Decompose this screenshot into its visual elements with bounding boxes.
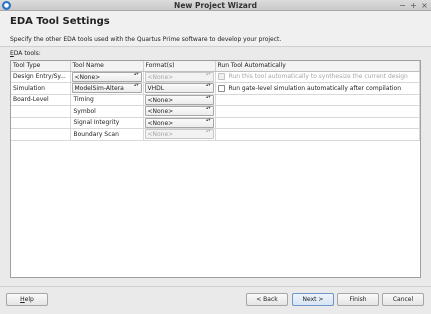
maximize-icon[interactable]: + bbox=[409, 0, 418, 11]
tool-type-cell bbox=[11, 128, 71, 141]
cancel-button[interactable]: Cancel bbox=[382, 293, 424, 306]
format-select-value: <None> bbox=[147, 96, 174, 104]
finish-button[interactable]: Finish bbox=[337, 293, 379, 306]
run-cell[interactable]: Run gate-level simulation automatically … bbox=[215, 82, 420, 95]
run-cell bbox=[215, 117, 420, 129]
tool-name-select[interactable]: ModelSim-Altera ▴▾ bbox=[71, 83, 142, 94]
combo-arrows-icon: ▴▾ bbox=[133, 71, 139, 77]
eda-tools-label-text: DA tools: bbox=[13, 50, 41, 57]
format-select[interactable]: VHDL ▴▾ bbox=[144, 83, 214, 94]
tool-name-label: Timing bbox=[73, 96, 94, 104]
combo-arrows-icon: ▴▾ bbox=[205, 129, 211, 135]
format-select: <None> ▴▾ bbox=[144, 71, 214, 82]
combo-arrows-icon: ▴▾ bbox=[205, 117, 211, 123]
format-select[interactable]: <None> ▴▾ bbox=[144, 117, 214, 128]
tool-name-cell[interactable]: ModelSim-Altera ▴▾ bbox=[70, 82, 144, 95]
table-row[interactable]: Boundary Scan <None> ▴▾ bbox=[11, 128, 420, 141]
title-bar: ● New Project Wizard − + × bbox=[0, 0, 431, 11]
help-button[interactable]: Help bbox=[6, 293, 48, 306]
tool-name-select-value: ModelSim-Altera bbox=[74, 85, 124, 93]
format-select: <None> ▴▾ bbox=[144, 129, 214, 140]
tool-name-label: Signal Integrity bbox=[73, 119, 120, 127]
tool-name-cell[interactable]: Symbol bbox=[70, 105, 144, 118]
table-row[interactable]: Symbol <None> ▴▾ bbox=[11, 105, 420, 118]
run-automatically-label: Run gate-level simulation automatically … bbox=[228, 84, 402, 92]
tool-type-cell: Board-Level bbox=[11, 94, 71, 106]
format-select[interactable]: <None> ▴▾ bbox=[144, 94, 214, 105]
tool-type-cell: Design Entry/Sy... bbox=[11, 71, 71, 83]
column-header-tool-name[interactable]: Tool Name bbox=[70, 61, 144, 72]
run-automatically-label: Run this tool automatically to synthesiz… bbox=[228, 73, 408, 81]
table-row[interactable]: Design Entry/Sy... <None> ▴▾ <None> ▴▾ Run th… bbox=[11, 71, 420, 83]
footer-separator bbox=[0, 286, 431, 287]
table-row[interactable]: Signal Integrity <None> ▴▾ bbox=[11, 117, 420, 129]
combo-arrows-icon: ▴▾ bbox=[205, 71, 211, 77]
run-automatically-checkbox bbox=[217, 73, 225, 81]
column-header-formats[interactable]: Format(s) bbox=[143, 61, 216, 72]
tool-name-cell[interactable]: Signal Integrity bbox=[70, 117, 144, 129]
eda-tools-label: EDA tools: bbox=[10, 50, 41, 57]
run-cell bbox=[215, 94, 420, 106]
format-cell[interactable]: VHDL ▴▾ bbox=[143, 82, 216, 95]
format-select-value: <None> bbox=[147, 73, 174, 81]
run-automatically-checkbox[interactable] bbox=[217, 84, 225, 92]
format-select[interactable]: <None> ▴▾ bbox=[144, 106, 214, 117]
format-cell[interactable]: <None> ▴▾ bbox=[143, 105, 216, 118]
format-cell[interactable]: <None> ▴▾ bbox=[143, 128, 216, 141]
tool-name-cell[interactable]: Timing bbox=[70, 94, 144, 106]
tool-name-label: Boundary Scan bbox=[73, 130, 119, 138]
column-header-tool-type[interactable]: Tool Type bbox=[11, 61, 71, 72]
combo-arrows-icon: ▴▾ bbox=[133, 83, 139, 89]
run-automatically-option[interactable]: Run gate-level simulation automatically … bbox=[217, 84, 419, 92]
tool-type-cell bbox=[11, 105, 71, 118]
format-select-value: VHDL bbox=[147, 85, 165, 93]
format-cell[interactable]: <None> ▴▾ bbox=[143, 94, 216, 106]
column-header-run-automatically[interactable]: Run Tool Automatically bbox=[215, 61, 420, 72]
page-title: EDA Tool Settings bbox=[10, 16, 110, 27]
run-automatically-option: Run this tool automatically to synthesiz… bbox=[217, 73, 419, 81]
eda-tools-table: Tool Type Tool Name Format(s) Run Tool A… bbox=[10, 60, 421, 278]
format-select-value: <None> bbox=[147, 119, 174, 127]
format-select-value: <None> bbox=[147, 108, 174, 116]
wizard-header: EDA Tool Settings Specify the other EDA … bbox=[0, 11, 431, 47]
format-cell[interactable]: <None> ▴▾ bbox=[143, 117, 216, 129]
format-select-value: <None> bbox=[147, 131, 174, 139]
tool-name-cell[interactable]: <None> ▴▾ bbox=[70, 71, 144, 83]
minimize-icon[interactable]: − bbox=[398, 0, 407, 11]
close-icon[interactable]: × bbox=[420, 0, 429, 11]
combo-arrows-icon: ▴▾ bbox=[205, 106, 211, 112]
tool-name-label: Symbol bbox=[73, 107, 96, 115]
next-button[interactable]: Next > bbox=[292, 293, 334, 306]
tool-type-cell: Simulation bbox=[11, 82, 71, 95]
page-subtitle: Specify the other EDA tools used with th… bbox=[10, 36, 282, 43]
run-cell bbox=[215, 128, 420, 141]
tool-name-select[interactable]: <None> ▴▾ bbox=[71, 71, 142, 82]
table-row[interactable]: Simulation ModelSim-Altera ▴▾ VHDL ▴▾ Run gat… bbox=[11, 82, 420, 95]
tool-type-cell bbox=[11, 117, 71, 129]
format-cell[interactable]: <None> ▴▾ bbox=[143, 71, 216, 83]
tool-name-select-value: <None> bbox=[74, 73, 101, 81]
tool-name-cell[interactable]: Boundary Scan bbox=[70, 128, 144, 141]
help-button-label: elp bbox=[24, 296, 34, 303]
combo-arrows-icon: ▴▾ bbox=[205, 94, 211, 100]
run-cell[interactable]: Run this tool automatically to synthesiz… bbox=[215, 71, 420, 83]
table-header-row: Tool Type Tool Name Format(s) Run Tool A… bbox=[11, 61, 420, 72]
table-row[interactable]: Board-Level Timing <None> ▴▾ bbox=[11, 94, 420, 106]
combo-arrows-icon: ▴▾ bbox=[205, 83, 211, 89]
back-button[interactable]: < Back bbox=[246, 293, 288, 306]
window-title: New Project Wizard bbox=[174, 1, 257, 10]
run-cell bbox=[215, 105, 420, 118]
